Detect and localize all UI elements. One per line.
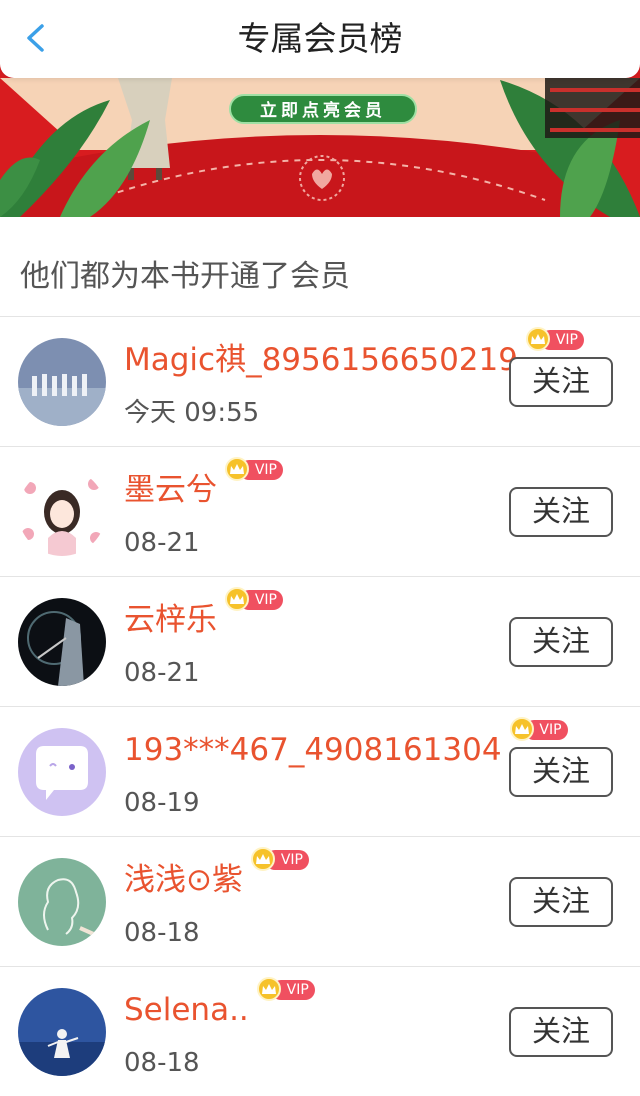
vip-badge: VIP — [225, 587, 285, 611]
member-name[interactable]: Selena.. — [124, 989, 249, 1031]
avatar[interactable] — [18, 338, 106, 426]
list-item[interactable]: 浅浅⊙紫 VIP 08-18 关注 — [0, 836, 640, 966]
member-name[interactable]: 墨云兮 — [124, 469, 217, 511]
member-name[interactable]: Magic祺_8956156650219 — [124, 339, 518, 381]
follow-button[interactable]: 关注 — [509, 617, 613, 667]
member-name[interactable]: 浅浅⊙紫 — [124, 859, 243, 901]
member-name[interactable]: 云梓乐 — [124, 599, 217, 641]
follow-button[interactable]: 关注 — [509, 1007, 613, 1057]
avatar[interactable] — [18, 728, 106, 816]
join-time: 08-19 — [124, 788, 200, 818]
vip-badge: VIP — [250, 847, 311, 871]
follow-button[interactable]: 关注 — [509, 747, 613, 797]
crown-icon — [509, 717, 534, 741]
join-time: 08-21 — [124, 658, 200, 688]
vip-badge: VIP — [509, 717, 570, 741]
crown-icon — [525, 327, 550, 351]
join-time: 08-18 — [124, 1048, 200, 1078]
list-item[interactable]: 193***467_4908161304 VIP 08-19 关注 — [0, 706, 640, 836]
member-name[interactable]: 193***467_4908161304 — [124, 729, 502, 771]
top-nav-bar: 专属会员榜 — [0, 0, 640, 78]
list-item[interactable]: 云梓乐 VIP 08-21 关注 — [0, 576, 640, 706]
member-list: Magic祺_8956156650219 VIP 今天 09:55 关注 墨云兮… — [0, 316, 640, 1096]
section-heading: 他们都为本书开通了会员 — [20, 259, 350, 294]
crown-icon — [250, 847, 275, 871]
follow-button[interactable]: 关注 — [509, 487, 613, 537]
avatar[interactable] — [18, 468, 106, 556]
join-time: 今天 09:55 — [124, 398, 260, 428]
vip-badge: VIP — [525, 327, 586, 351]
vip-badge: VIP — [225, 457, 285, 481]
list-item[interactable]: 墨云兮 VIP 08-21 关注 — [0, 446, 640, 576]
join-time: 08-18 — [124, 918, 200, 948]
page-title: 专属会员榜 — [237, 19, 403, 58]
follow-button[interactable]: 关注 — [509, 877, 613, 927]
avatar[interactable] — [18, 858, 106, 946]
activate-membership-button[interactable]: 立即点亮会员 — [229, 94, 417, 124]
avatar[interactable] — [18, 598, 106, 686]
list-item[interactable]: Selena.. VIP 08-18 关注 — [0, 966, 640, 1096]
follow-button[interactable]: 关注 — [509, 357, 613, 407]
avatar[interactable] — [18, 988, 106, 1076]
list-item[interactable]: Magic祺_8956156650219 VIP 今天 09:55 关注 — [0, 316, 640, 446]
join-time: 08-21 — [124, 528, 200, 558]
crown-icon — [225, 457, 249, 481]
crown-icon — [225, 587, 249, 611]
crown-icon — [256, 977, 281, 1001]
vip-badge: VIP — [256, 977, 317, 1001]
